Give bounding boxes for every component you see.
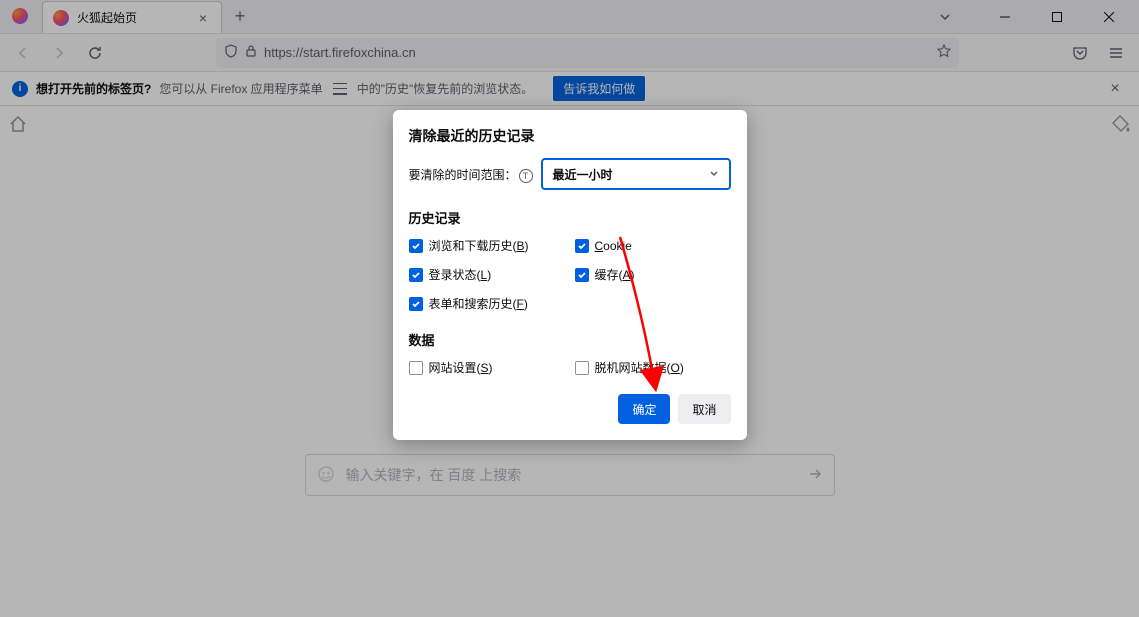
clear-history-dialog: 清除最近的历史记录 要清除的时间范围：T 最近一小时 历史记录 浏览和下载历史(…	[393, 110, 747, 440]
data-checkbox-grid: 网站设置(S) 脱机网站数据(O)	[409, 359, 731, 376]
time-range-row: 要清除的时间范围：T 最近一小时	[409, 158, 731, 190]
checkbox-cache[interactable]: 缓存(A)	[575, 266, 731, 283]
cancel-button[interactable]: 取消	[678, 394, 730, 424]
time-range-select[interactable]: 最近一小时	[541, 158, 731, 190]
time-range-value: 最近一小时	[553, 166, 613, 183]
checkbox-label: 缓存(A)	[595, 266, 635, 283]
checkbox-form-search[interactable]: 表单和搜索历史(F)	[409, 295, 565, 312]
checkbox-icon[interactable]	[409, 268, 423, 282]
checkbox-label: 登录状态(L)	[429, 266, 492, 283]
checkbox-icon[interactable]	[575, 268, 589, 282]
checkbox-icon[interactable]	[409, 239, 423, 253]
shortcut-key: T	[519, 169, 533, 183]
checkbox-offline-data[interactable]: 脱机网站数据(O)	[575, 359, 731, 376]
checkbox-icon[interactable]	[409, 297, 423, 311]
history-section-title: 历史记录	[409, 208, 731, 227]
checkbox-icon[interactable]	[575, 239, 589, 253]
modal-overlay: 清除最近的历史记录 要清除的时间范围：T 最近一小时 历史记录 浏览和下载历史(…	[0, 0, 1139, 617]
dialog-buttons: 确定 取消	[409, 394, 731, 424]
checkbox-login-state[interactable]: 登录状态(L)	[409, 266, 565, 283]
checkbox-label: 表单和搜索历史(F)	[429, 295, 528, 312]
history-checkbox-grid: 浏览和下载历史(B) Cookie 登录状态(L) 缓存(A) 表单和搜索历史(…	[409, 237, 731, 312]
checkbox-label: 浏览和下载历史(B)	[429, 237, 529, 254]
checkbox-label: 脱机网站数据(O)	[595, 359, 684, 376]
time-range-label: 要清除的时间范围：T	[409, 166, 533, 183]
checkbox-site-settings[interactable]: 网站设置(S)	[409, 359, 565, 376]
dialog-title: 清除最近的历史记录	[409, 126, 731, 146]
checkbox-browsing-history[interactable]: 浏览和下载历史(B)	[409, 237, 565, 254]
checkbox-icon[interactable]	[575, 361, 589, 375]
checkbox-label: Cookie	[595, 239, 632, 253]
ok-button[interactable]: 确定	[618, 394, 670, 424]
data-section-title: 数据	[409, 330, 731, 349]
checkbox-icon[interactable]	[409, 361, 423, 375]
chevron-down-icon	[709, 169, 719, 179]
checkbox-label: 网站设置(S)	[429, 359, 493, 376]
checkbox-cookie[interactable]: Cookie	[575, 237, 731, 254]
